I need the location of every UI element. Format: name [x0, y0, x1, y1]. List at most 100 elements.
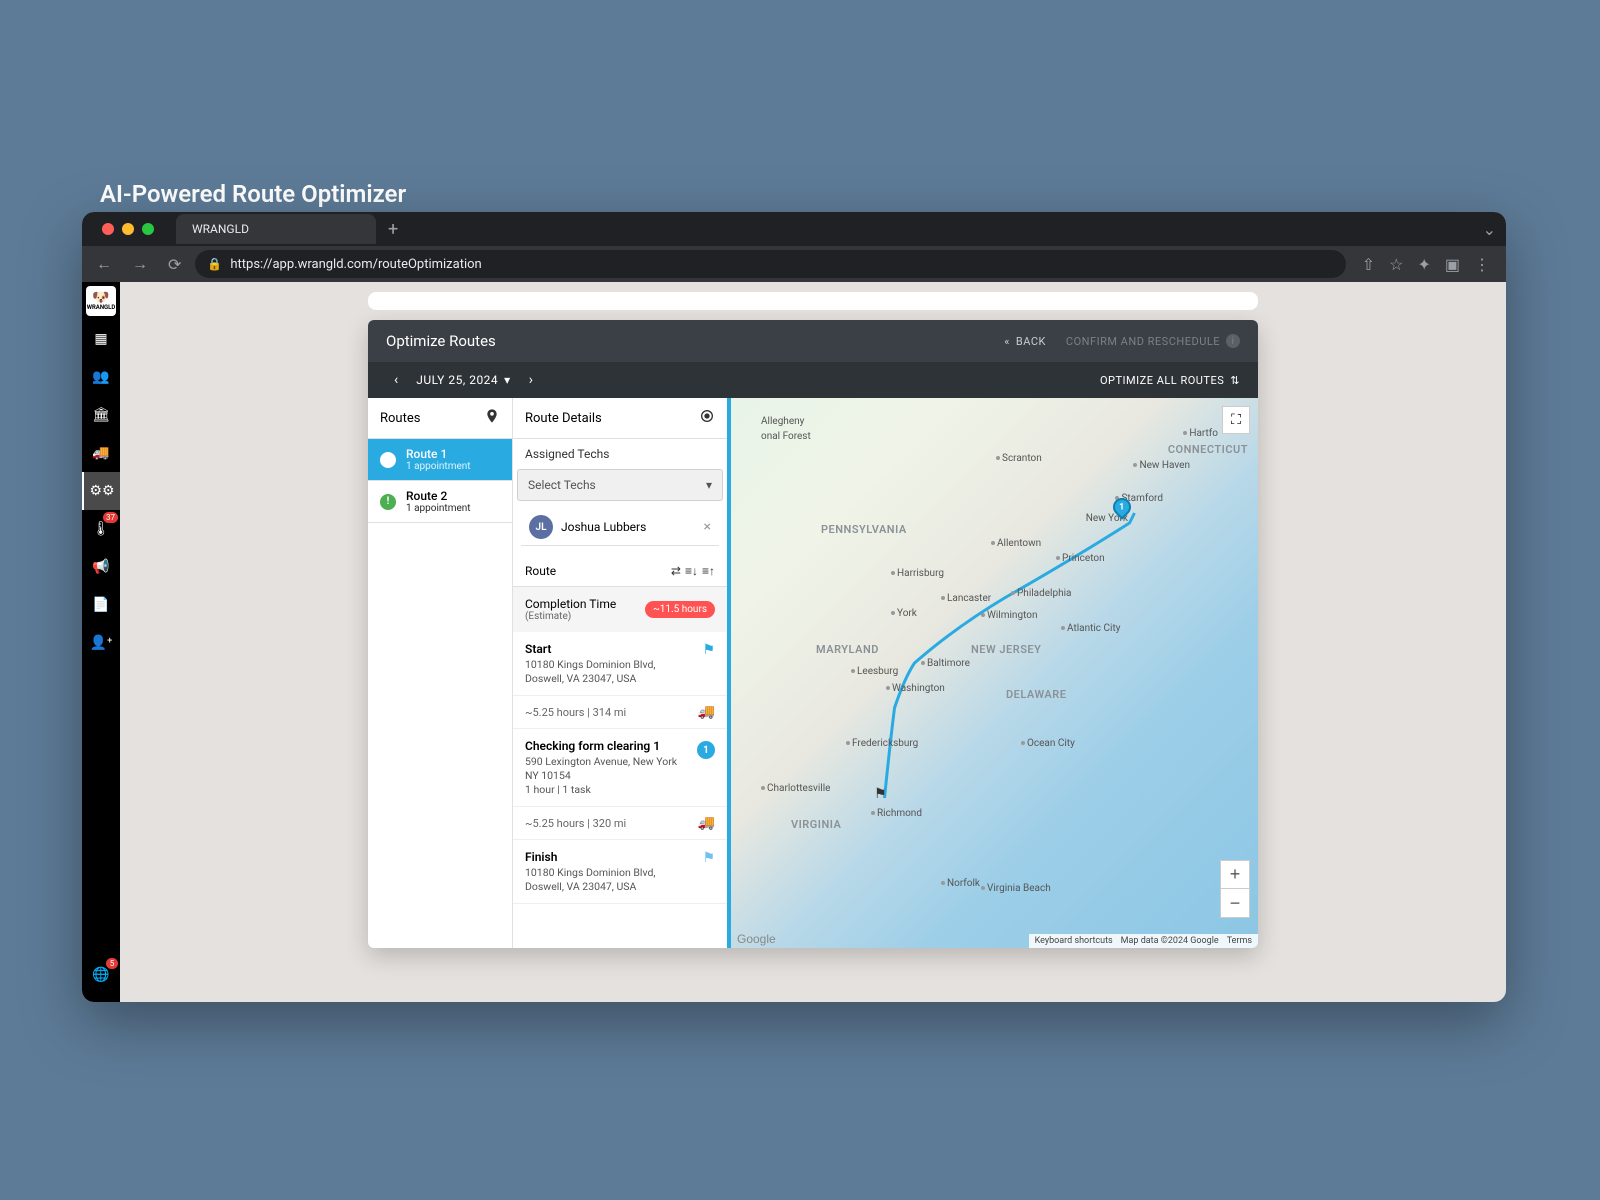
truck-icon: 🚚 — [698, 815, 715, 831]
map-city-label: Philadelphia — [1011, 588, 1072, 599]
map-city-label: Atlantic City — [1061, 623, 1120, 634]
route-sub: 1 appointment — [406, 503, 471, 514]
map-state-label: VIRGINIA — [791, 818, 841, 831]
sidebar-adduser-icon[interactable]: 👤⁺ — [82, 624, 120, 662]
zoom-controls: + − — [1220, 860, 1250, 918]
fullscreen-button[interactable]: ⛶ — [1222, 406, 1250, 434]
map-city-label: Princeton — [1056, 553, 1105, 564]
extensions-icon[interactable]: ✦ — [1417, 255, 1430, 274]
keyboard-shortcuts-link[interactable]: Keyboard shortcuts — [1035, 936, 1113, 946]
sidebar-truck-icon[interactable]: 🚚 — [82, 434, 120, 472]
tab-title: WRANGLD — [192, 222, 249, 236]
panel-icon[interactable]: ▣ — [1445, 255, 1460, 274]
map[interactable]: PENNSYLVANIA CONNECTICUT MARYLAND NEW JE… — [731, 398, 1258, 948]
shuffle-icon[interactable]: ⇄ — [671, 564, 681, 578]
map-pin-stop-1[interactable]: 1 — [1113, 498, 1133, 524]
assigned-techs-label: Assigned Techs — [513, 439, 727, 469]
map-city-label: onal Forest — [761, 431, 811, 442]
sidebar-document-icon[interactable]: 📄 — [82, 586, 120, 624]
new-tab-button[interactable]: + — [376, 219, 410, 240]
next-day-button[interactable]: › — [521, 372, 541, 388]
route-sub: 1 appointment — [406, 461, 471, 472]
sidebar-users-icon[interactable]: 👥 — [82, 358, 120, 396]
share-icon[interactable]: ⇧ — [1362, 255, 1375, 274]
route-item-2[interactable]: ! Route 2 1 appointment — [368, 481, 512, 523]
map-city-label: Fredericksburg — [846, 738, 918, 749]
details-header: Route Details — [513, 398, 727, 439]
zoom-out-button[interactable]: − — [1221, 889, 1249, 917]
sidebar-megaphone-icon[interactable]: 📢 — [82, 548, 120, 586]
location-pin-icon[interactable] — [484, 408, 500, 428]
menu-icon[interactable]: ⋮ — [1474, 255, 1490, 274]
start-flag-icon: ⚑ — [702, 642, 715, 658]
optimize-all-button[interactable]: OPTIMIZE ALL ROUTES ⇅ — [1100, 374, 1240, 387]
browser-tab[interactable]: WRANGLD — [176, 214, 376, 244]
stop-1-block[interactable]: Checking form clearing 1 590 Lexington A… — [513, 729, 727, 807]
route-name: Route 1 — [406, 447, 471, 461]
routes-header: Routes — [368, 398, 512, 439]
modal-title: Optimize Routes — [386, 332, 496, 350]
date-bar: ‹ JULY 25, 2024 ▾ › OPTIMIZE ALL ROUTES … — [368, 362, 1258, 398]
routes-column: Routes Route 1 1 appointment — [368, 398, 513, 948]
app-area: 🐶 WRANGLD ▦ 👥 🏛 🚚 ⚙⚙ 🌡37 📢 📄 👤⁺ 🌐5 Optim… — [82, 282, 1506, 1002]
completion-estimate: (Estimate) — [525, 611, 616, 622]
dropdown-caret-icon: ▾ — [504, 373, 511, 387]
map-city-label: Hartfo — [1183, 428, 1218, 439]
sort-icon[interactable]: ≡↓ — [685, 564, 698, 578]
confirm-reschedule-button[interactable]: CONFIRM AND RESCHEDULE i — [1066, 334, 1240, 348]
route-item-1[interactable]: Route 1 1 appointment — [368, 439, 512, 481]
map-city-label: Leesburg — [851, 666, 898, 677]
forward-button[interactable]: → — [126, 250, 154, 278]
map-state-label: PENNSYLVANIA — [821, 523, 907, 536]
map-state-label: MARYLAND — [816, 643, 879, 656]
sidebar-thermometer-icon[interactable]: 🌡37 — [82, 510, 120, 548]
minimize-window-button[interactable] — [122, 223, 134, 235]
sidebar-dashboard-icon[interactable]: ▦ — [82, 320, 120, 358]
google-logo: Google — [737, 932, 776, 946]
sidebar-route-icon[interactable]: ⚙⚙ — [82, 472, 120, 510]
map-city-label: Charlottesville — [761, 783, 830, 794]
sidebar-bank-icon[interactable]: 🏛 — [82, 396, 120, 434]
back-button[interactable]: « BACK — [1004, 335, 1046, 348]
target-icon[interactable] — [699, 408, 715, 428]
finish-flag-icon: ⚑ — [702, 850, 715, 866]
chrome-actions: ⇧ ☆ ✦ ▣ ⋮ — [1354, 255, 1498, 274]
info-icon: i — [1226, 334, 1240, 348]
app-logo[interactable]: 🐶 WRANGLD — [86, 286, 116, 316]
map-city-label: Virginia Beach — [981, 883, 1051, 894]
zoom-in-button[interactable]: + — [1221, 861, 1249, 889]
map-city-label: Allentown — [991, 538, 1041, 549]
truck-icon: 🚚 — [698, 704, 715, 720]
url-bar[interactable]: 🔒 https://app.wrangld.com/routeOptimizat… — [195, 250, 1345, 278]
reload-button[interactable]: ⟳ — [162, 251, 187, 278]
tab-row: WRANGLD + ⌄ — [82, 212, 1506, 246]
map-city-label: Norfolk — [941, 878, 980, 889]
tab-menu-caret[interactable]: ⌄ — [1483, 220, 1496, 239]
date-picker[interactable]: JULY 25, 2024 ▾ — [406, 373, 520, 387]
route-name: Route 2 — [406, 489, 471, 503]
map-city-label: Allegheny — [761, 416, 804, 427]
terms-link[interactable]: Terms — [1227, 936, 1252, 946]
modal-header: Optimize Routes « BACK CONFIRM AND RESCH… — [368, 320, 1258, 362]
map-state-label: CONNECTICUT — [1168, 443, 1248, 456]
tech-name: Joshua Lubbers — [561, 520, 696, 534]
map-data-text: Map data ©2024 Google — [1121, 936, 1219, 946]
sidebar-globe-icon[interactable]: 🌐5 — [82, 956, 120, 994]
close-window-button[interactable] — [102, 223, 114, 235]
lock-icon: 🔒 — [207, 257, 222, 271]
maximize-window-button[interactable] — [142, 223, 154, 235]
map-city-label: Lancaster — [941, 593, 991, 604]
map-flag-start[interactable]: ⚑ — [874, 786, 894, 812]
prev-day-button[interactable]: ‹ — [386, 372, 406, 388]
remove-tech-button[interactable]: × — [704, 519, 711, 535]
back-button[interactable]: ← — [90, 250, 118, 278]
bookmark-icon[interactable]: ☆ — [1389, 255, 1403, 274]
map-city-label: Baltimore — [921, 658, 970, 669]
map-state-label: NEW JERSEY — [971, 643, 1041, 656]
sort-up-icon[interactable]: ≡↑ — [702, 564, 715, 578]
browser-chrome: WRANGLD + ⌄ ← → ⟳ 🔒 https://app.wrangld.… — [82, 212, 1506, 282]
completion-badge: ~11.5 hours — [645, 601, 715, 618]
chevron-down-icon: ▾ — [706, 478, 712, 492]
select-techs-dropdown[interactable]: Select Techs ▾ — [517, 469, 723, 501]
avatar: JL — [529, 515, 553, 539]
